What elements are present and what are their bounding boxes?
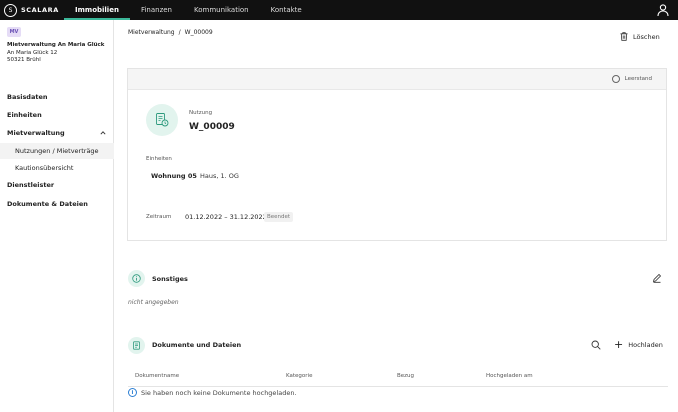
document-icon [128,337,145,354]
status-badge: Beendet [264,212,294,222]
usage-label: Nutzung [189,110,213,116]
company-avatar: MV [7,27,21,37]
logo-text: SCALARA [21,6,59,14]
column-header-reference[interactable]: Bezug [397,373,414,379]
documents-empty-state: i Sie haben noch keine Dokumente hochgel… [128,388,297,397]
sidebar-item-mietverwaltung[interactable]: Mietverwaltung [0,125,114,141]
unit-name[interactable]: Wohnung 05 [151,172,197,180]
other-section-title: Sonstiges [152,275,188,283]
trash-icon [620,32,628,41]
tab-kontakte[interactable]: Kontakte [260,0,313,20]
sidebar-item-label: Einheiten [7,111,42,119]
column-header-uploaded-at[interactable]: Hochgeladen am [486,373,533,379]
vacancy-toggle[interactable]: Leerstand [611,75,652,83]
sidebar-item-basisdaten[interactable]: Basisdaten [0,89,114,105]
sidebar-item-label: Nutzungen / Mietverträge [15,147,99,155]
units-label: Einheiten [146,156,172,162]
sidebar-item-label: Dienstleister [7,181,55,189]
unit-description: Haus, 1. OG [200,172,239,180]
company-address-line1: An Maria Glück 12 [7,49,58,56]
table-divider [128,386,668,387]
vacancy-radio-icon[interactable] [611,75,620,83]
column-header-category[interactable]: Kategorie [286,373,312,379]
usage-details-card: Leerstand Nutzung W_00009 Einheiten Wohn… [127,68,667,241]
sidebar-item-label: Mietverwaltung [7,129,65,137]
app-logo[interactable]: S SCALARA [0,3,64,17]
sidebar-item-dokumente-dateien[interactable]: Dokumente & Dateien [0,196,114,212]
sidebar-item-label: Kautionsübersicht [15,164,74,172]
edit-pencil-icon[interactable] [652,273,662,283]
upload-button[interactable]: + Hochladen [614,338,663,351]
column-header-document-name[interactable]: Dokumentname [135,373,179,379]
vacancy-label: Leerstand [624,76,652,82]
breadcrumb-parent[interactable]: Mietverwaltung [128,29,175,36]
empty-state-message: Sie haben noch keine Dokumente hochgelad… [141,388,297,397]
tab-immobilien[interactable]: Immobilien [64,0,130,20]
sidebar-item-einheiten[interactable]: Einheiten [0,107,114,123]
chevron-up-icon [100,131,106,135]
delete-button[interactable]: Löschen [620,32,660,41]
tab-finanzen[interactable]: Finanzen [130,0,183,20]
sidebar-item-label: Basisdaten [7,93,48,101]
user-account-icon[interactable] [656,3,670,17]
company-name: Mietverwaltung An Maria Glück [7,42,105,48]
tab-kommunikation[interactable]: Kommunikation [183,0,260,20]
company-info: Mietverwaltung An Maria Glück An Maria G… [7,42,104,65]
sidebar-item-label: Dokumente & Dateien [7,200,88,208]
card-header: Leerstand [128,69,666,90]
period-value: 01.12.2022 – 31.12.2022 [185,213,267,221]
sidebar-item-dienstleister[interactable]: Dienstleister [0,177,114,193]
company-address-line2: 50321 Brühl [7,57,41,63]
upload-button-label: Hochladen [628,341,663,349]
sidebar-item-kautionsuebersicht[interactable]: Kautionsübersicht [0,160,114,176]
other-value: nicht angegeben [128,299,179,306]
documents-section-title: Dokumente und Dateien [152,341,242,349]
sidebar-item-nutzungen-mietvertraege[interactable]: Nutzungen / Mietverträge [0,143,114,159]
breadcrumb: Mietverwaltung / W_00009 [128,29,213,36]
sidebar: MV Mietverwaltung An Maria Glück An Mari… [0,20,114,412]
top-navigation-bar: S SCALARA Immobilien Finanzen Kommunikat… [0,0,678,20]
delete-button-label: Löschen [633,32,660,41]
contract-icon [146,104,178,136]
info-icon: i [128,388,137,397]
breadcrumb-current: W_00009 [184,29,213,36]
usage-id: W_00009 [189,122,235,132]
plus-icon: + [614,338,624,351]
breadcrumb-separator: / [178,29,181,36]
period-label: Zeitraum [146,214,172,220]
info-circle-icon [128,270,145,287]
search-icon[interactable] [591,340,601,350]
logo-mark-icon: S [4,3,17,17]
